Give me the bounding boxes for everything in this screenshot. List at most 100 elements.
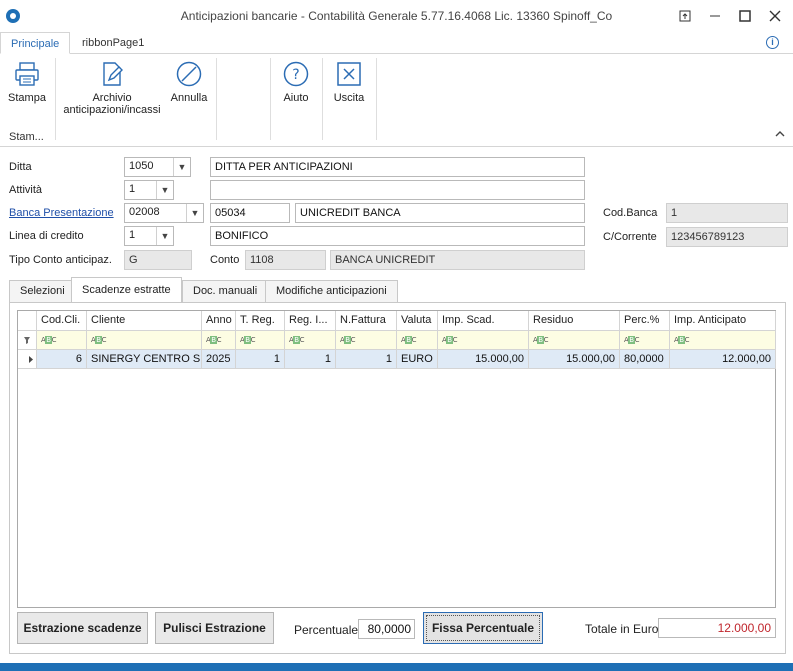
percentuale-input[interactable]: 80,0000 [358,619,415,639]
archivio-button[interactable]: Archivio anticipazioni/incassi [60,60,164,116]
column-header[interactable]: Perc.% [620,311,670,331]
table-cell[interactable]: 15.000,00 [438,350,529,369]
ribbon-tab-ribbonpage1[interactable]: ribbonPage1 [72,32,154,54]
text-filter-icon: ABC [206,336,222,344]
table-cell[interactable]: 1 [336,350,397,369]
minimize-icon[interactable] [700,4,730,28]
info-icon[interactable]: i [766,36,779,49]
chevron-down-icon[interactable]: ▼ [156,181,173,199]
filter-cell[interactable]: ABC [236,331,285,350]
column-header[interactable]: Valuta [397,311,438,331]
table-cell[interactable]: 6 [37,350,87,369]
uscita-button[interactable]: Uscita [328,60,370,104]
text-filter-icon: ABC [289,336,305,344]
filter-cell[interactable]: ABC [87,331,202,350]
maximize-icon[interactable] [730,4,760,28]
aiuto-button[interactable]: ? Aiuto [276,60,316,104]
restore-icon[interactable] [670,4,700,28]
close-icon[interactable] [760,4,790,28]
ribbon-tab-bar: Principale ribbonPage1 [0,32,793,54]
text-filter-icon: ABC [240,336,256,344]
fissa-percentuale-button[interactable]: Fissa Percentuale [423,612,543,644]
banca-presentazione-link[interactable]: Banca Presentazione [9,207,114,219]
linea-code: 1 [129,229,136,241]
linea-credito-label: Linea di credito [9,230,84,242]
aiuto-label: Aiuto [283,92,309,104]
ditta-code: 1050 [129,160,154,172]
ribbon: Stampa Archivio anticipazioni/incassi An… [0,54,793,147]
svg-text:?: ? [292,67,299,83]
estrazione-scadenze-button[interactable]: Estrazione scadenze [17,612,148,644]
tab-doc-manuali[interactable]: Doc. manuali [182,280,269,302]
row-indicator-icon[interactable] [18,350,37,369]
filter-cell[interactable]: ABC [438,331,529,350]
filter-cell[interactable]: ABC [397,331,438,350]
text-filter-icon: ABC [674,336,690,344]
conto-label: Conto [210,254,240,266]
data-grid[interactable]: Cod.Cli. Cliente Anno T. Reg. Reg. I... … [17,310,776,608]
ribbon-separator [270,58,271,140]
printer-icon [13,60,41,88]
filter-cell[interactable]: ABC [202,331,236,350]
table-cell[interactable]: 80,0000 [620,350,670,369]
banca-abi-field[interactable]: 05034 [210,203,290,223]
column-header[interactable]: Imp. Scad. [438,311,529,331]
tab-modifiche-anticipazioni[interactable]: Modifiche anticipazioni [265,280,398,302]
status-bar [0,663,793,671]
filter-cell[interactable]: ABC [620,331,670,350]
percentuale-label: Percentuale [294,623,359,637]
table-cell[interactable]: 15.000,00 [529,350,620,369]
column-header[interactable]: Anno [202,311,236,331]
attivita-combo[interactable]: 1 ▼ [124,180,174,200]
archivio-label-line1: Archivio [92,92,132,104]
totale-euro-label: Totale in Euro [585,622,659,636]
column-header[interactable]: N.Fattura [336,311,397,331]
attivita-description-field[interactable] [210,180,585,200]
table-cell[interactable]: SINERGY CENTRO S... [87,350,202,369]
chevron-down-icon[interactable]: ▼ [173,158,190,176]
text-filter-icon: ABC [401,336,417,344]
ribbon-separator [216,58,217,140]
stampa-button[interactable]: Stampa [6,60,48,104]
filter-cell[interactable]: ABC [285,331,336,350]
attivita-label: Attività [9,184,43,196]
ditta-combo[interactable]: 1050 ▼ [124,157,191,177]
banca-code: 02008 [129,206,160,218]
pulisci-estrazione-button[interactable]: Pulisci Estrazione [155,612,274,644]
filter-cell[interactable]: ABC [529,331,620,350]
table-cell[interactable]: EURO [397,350,438,369]
table-cell[interactable]: 12.000,00 [670,350,776,369]
table-cell[interactable]: 1 [236,350,285,369]
column-header[interactable]: T. Reg. [236,311,285,331]
filter-cell[interactable]: ABC [336,331,397,350]
column-header[interactable]: Residuo [529,311,620,331]
tab-selezioni[interactable]: Selezioni [9,280,76,302]
ribbon-tab-principale[interactable]: Principale [0,32,71,54]
linea-combo[interactable]: 1 ▼ [124,226,174,246]
annulla-button[interactable]: Annulla [168,60,210,104]
filter-cell[interactable]: ABC [37,331,87,350]
table-cell[interactable]: 1 [285,350,336,369]
exit-icon [335,60,363,88]
column-header[interactable]: Reg. I... [285,311,336,331]
banca-name-field[interactable]: UNICREDIT BANCA [295,203,585,223]
chevron-down-icon[interactable]: ▼ [156,227,173,245]
column-header[interactable]: Imp. Anticipato [670,311,776,331]
filter-cell[interactable]: ABC [670,331,776,350]
ribbon-group-label: Stam... [9,131,44,143]
column-header[interactable]: Cod.Cli. [37,311,87,331]
ribbon-separator [55,58,56,140]
cod-banca-label: Cod.Banca [603,207,658,219]
annulla-label: Annulla [170,92,208,104]
text-filter-icon: ABC [41,336,57,344]
banca-combo[interactable]: 02008 ▼ [124,203,204,223]
ditta-description-field[interactable]: DITTA PER ANTICIPAZIONI [210,157,585,177]
chevron-down-icon[interactable]: ▼ [186,204,203,222]
table-cell[interactable]: 2025 [202,350,236,369]
tab-scadenze-estratte[interactable]: Scadenze estratte [71,277,182,303]
linea-description-field[interactable]: BONIFICO [210,226,585,246]
column-header[interactable]: Cliente [87,311,202,331]
archivio-label-line2: anticipazioni/incassi [63,104,161,116]
c-corrente-label: C/Corrente [603,231,657,243]
collapse-ribbon-icon[interactable] [775,129,785,141]
